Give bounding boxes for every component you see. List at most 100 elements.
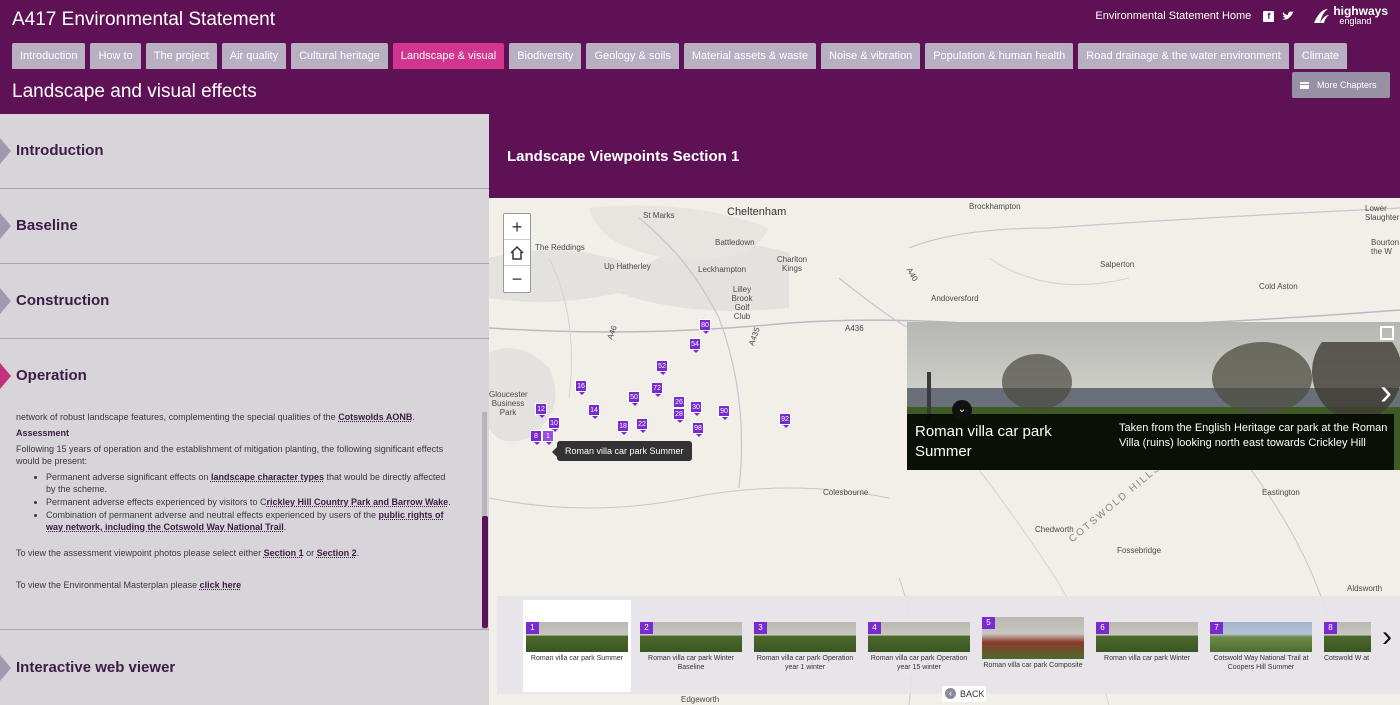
- twitter-icon[interactable]: [1282, 11, 1295, 21]
- chapter-tabs: Introduction How to The project Air qual…: [12, 43, 1348, 69]
- filmstrip-item[interactable]: 8 Cotswold W at Coope: [1321, 600, 1371, 692]
- viewpoint-marker[interactable]: 8: [530, 430, 542, 445]
- accordion-baseline[interactable]: Baseline: [0, 189, 489, 264]
- expand-arrow-icon: [0, 213, 11, 239]
- section-1-link[interactable]: Section 1: [264, 548, 304, 558]
- accordion-interactive-web-viewer[interactable]: Interactive web viewer: [0, 629, 489, 705]
- map-label: Bourton the W: [1371, 238, 1400, 256]
- tab-material-assets[interactable]: Material assets & waste: [683, 43, 817, 69]
- viewpoint-marker[interactable]: 10: [548, 417, 560, 432]
- viewpoint-marker[interactable]: 50: [628, 391, 640, 406]
- tab-noise-vibration[interactable]: Noise & vibration: [821, 43, 921, 69]
- highways-england-logo[interactable]: highways england: [1312, 5, 1388, 26]
- thumbnail-image: [526, 622, 628, 652]
- filmstrip-next-button[interactable]: ›: [1382, 620, 1392, 654]
- viewpoint-photo-popup: Roman villa car park Summer Taken from t…: [907, 322, 1400, 470]
- next-photo-button[interactable]: ›: [1380, 374, 1392, 410]
- viewpoint-marker[interactable]: 98: [692, 422, 704, 437]
- map-panel: Landscape Viewpoints Section 1 Cheltenha…: [489, 114, 1400, 705]
- back-button[interactable]: BACK: [942, 686, 986, 702]
- more-chapters-button[interactable]: More Chapters: [1292, 72, 1390, 98]
- tab-cultural-heritage[interactable]: Cultural heritage: [291, 43, 388, 69]
- story-panel: Introduction Baseline Construction Opera…: [0, 114, 489, 705]
- tab-geology-soils[interactable]: Geology & soils: [586, 43, 679, 69]
- map-zoom-controls: + −: [503, 213, 531, 293]
- map-label: Andoversford: [931, 294, 979, 303]
- scrollbar-thumb[interactable]: [482, 516, 488, 628]
- menu-icon: [1300, 81, 1309, 89]
- photo-description: Taken from the English Heritage car park…: [1119, 422, 1388, 449]
- viewpoints-map[interactable]: Cheltenham Brockhampton St Marks Battled…: [489, 198, 1400, 705]
- thumbnail-image: [754, 622, 856, 652]
- tab-landscape-visual[interactable]: Landscape & visual: [392, 43, 505, 69]
- filmstrip-item[interactable]: 3 Roman villa car park Operation year 1 …: [751, 600, 859, 692]
- thumbnail-image: [1096, 622, 1198, 652]
- cotswolds-aonb-link[interactable]: Cotswolds AONB: [338, 412, 412, 422]
- thumbnail-image: [1210, 622, 1312, 652]
- home-link[interactable]: Environmental Statement Home: [1095, 10, 1251, 22]
- viewpoint-marker[interactable]: 22: [636, 418, 648, 433]
- viewpoint-marker[interactable]: 80: [699, 319, 711, 334]
- list-item: Permanent adverse effects experienced by…: [46, 496, 456, 508]
- home-icon: [510, 245, 524, 260]
- landscape-character-link[interactable]: landscape character types: [211, 472, 324, 482]
- tab-climate[interactable]: Climate: [1293, 43, 1348, 69]
- viewpoint-marker[interactable]: 26: [673, 396, 685, 411]
- viewpoint-marker[interactable]: 52: [656, 360, 668, 375]
- accordion-introduction[interactable]: Introduction: [0, 114, 489, 189]
- marker-tooltip: Roman villa car park Summer: [552, 441, 692, 461]
- zoom-in-button[interactable]: +: [504, 214, 530, 240]
- viewpoint-marker[interactable]: 72: [651, 382, 663, 397]
- collapse-caption-button[interactable]: ⌄: [952, 400, 972, 420]
- masterplan-link[interactable]: click here: [200, 580, 242, 590]
- app-title: A417 Environmental Statement: [12, 9, 275, 30]
- list-item: Permanent adverse significant effects on…: [46, 471, 456, 495]
- map-label: Charlton Kings: [776, 255, 808, 273]
- viewpoint-marker[interactable]: 30: [690, 401, 702, 416]
- viewpoint-marker[interactable]: 92: [779, 413, 791, 428]
- viewpoint-marker[interactable]: 14: [588, 404, 600, 419]
- thumbnail-image: [982, 617, 1084, 659]
- tab-the-project[interactable]: The project: [145, 43, 217, 69]
- map-label: St Marks: [643, 211, 675, 220]
- tab-air-quality[interactable]: Air quality: [221, 43, 287, 69]
- map-label: Edgeworth: [681, 695, 720, 704]
- viewpoint-marker[interactable]: 28: [673, 408, 685, 423]
- accordion-operation[interactable]: Operation: [0, 339, 489, 414]
- tab-introduction[interactable]: Introduction: [12, 43, 86, 69]
- viewpoint-marker[interactable]: 1: [542, 430, 554, 445]
- effects-list: Permanent adverse significant effects on…: [16, 471, 456, 533]
- map-label: Chedworth: [1035, 525, 1074, 534]
- expand-icon[interactable]: [1380, 326, 1394, 340]
- filmstrip-item[interactable]: 7 Cotswold Way National Trail at Coopers…: [1207, 600, 1315, 692]
- map-label: Brockhampton: [969, 202, 1021, 211]
- map-label: Cheltenham: [727, 206, 787, 218]
- viewpoint-marker[interactable]: 12: [535, 403, 547, 418]
- filmstrip-item[interactable]: 4 Roman villa car park Operation year 15…: [865, 600, 973, 692]
- map-label: Lower Slaughter: [1365, 204, 1400, 222]
- map-label: Colesbourne: [823, 488, 869, 497]
- section-2-link[interactable]: Section 2: [317, 548, 357, 558]
- photo-caption: Roman villa car park Summer Taken from t…: [907, 414, 1394, 470]
- viewpoint-marker[interactable]: 18: [617, 420, 629, 435]
- viewpoint-marker[interactable]: 54: [689, 338, 701, 353]
- facebook-icon[interactable]: f: [1263, 10, 1275, 22]
- header-links: Environmental Statement Home f highways e…: [1095, 5, 1388, 26]
- home-extent-button[interactable]: [504, 240, 530, 266]
- crickley-hill-link[interactable]: rickley Hill Country Park and Barrow Wak…: [266, 497, 448, 507]
- zoom-out-button[interactable]: −: [504, 266, 530, 292]
- viewpoint-marker[interactable]: 16: [575, 380, 587, 395]
- filmstrip-item[interactable]: 1 Roman villa car park Summer: [523, 600, 631, 692]
- page-title: Landscape and visual effects: [12, 81, 257, 102]
- tab-biodiversity[interactable]: Biodiversity: [509, 43, 582, 69]
- filmstrip-item[interactable]: 5 Roman villa car park Composite: [979, 600, 1087, 692]
- filmstrip-item[interactable]: 2 Roman villa car park Winter Baseline: [637, 600, 745, 692]
- filmstrip-item[interactable]: 6 Roman villa car park Winter: [1093, 600, 1201, 692]
- expand-arrow-icon: [0, 363, 11, 389]
- tab-how-to[interactable]: How to: [90, 43, 141, 69]
- tab-road-drainage[interactable]: Road drainage & the water environment: [1078, 43, 1289, 69]
- viewpoint-marker[interactable]: 90: [718, 405, 730, 420]
- accordion-construction[interactable]: Construction: [0, 264, 489, 339]
- tab-population-health[interactable]: Population & human health: [925, 43, 1074, 69]
- app-header: A417 Environmental Statement Environment…: [0, 0, 1400, 114]
